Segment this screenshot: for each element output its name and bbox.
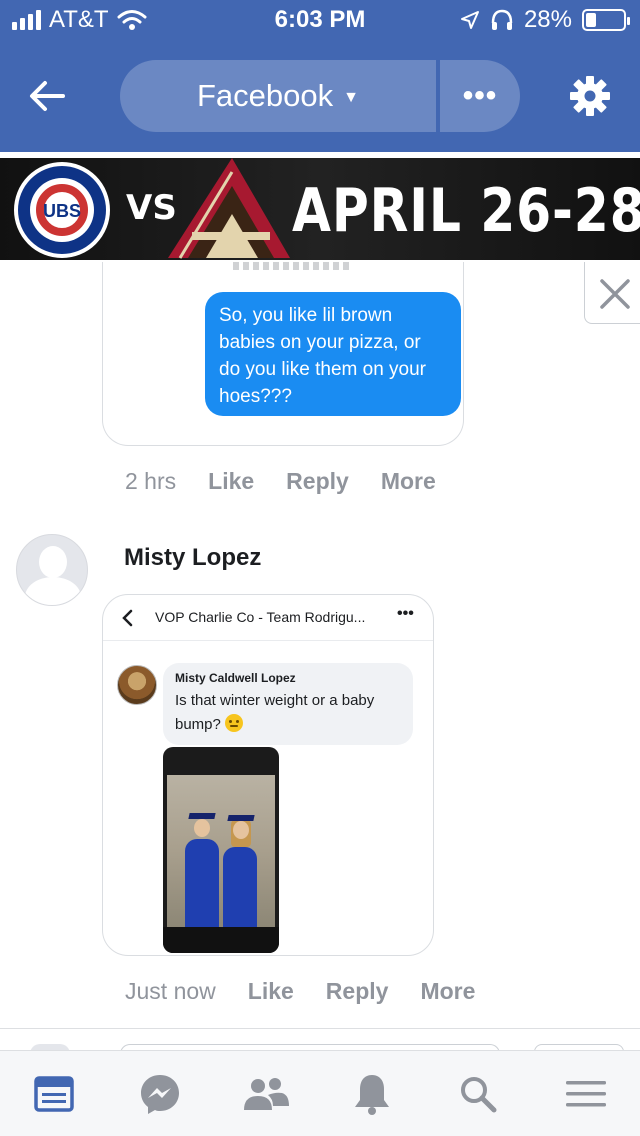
- tab-menu[interactable]: [562, 1071, 610, 1117]
- thread-more-icon: •••: [397, 605, 414, 622]
- ad-banner[interactable]: UBS VS APRIL 26-28: [0, 158, 640, 260]
- app-header: AT&T 6:03 PM 28% Facebook ▼ •••: [0, 0, 640, 152]
- more-button[interactable]: More: [420, 978, 475, 1005]
- tab-bar: [0, 1050, 640, 1136]
- divider: [0, 1028, 640, 1029]
- headphones-icon: [491, 9, 513, 30]
- comment-time: Just now: [125, 978, 216, 1004]
- like-button[interactable]: Like: [248, 978, 294, 1005]
- tab-notifications[interactable]: [348, 1071, 396, 1117]
- close-icon: [600, 279, 630, 309]
- status-bar: AT&T 6:03 PM 28%: [0, 0, 640, 40]
- diamondbacks-logo: [168, 158, 290, 259]
- messenger-icon: [141, 1075, 179, 1114]
- thinking-emoji-icon: [224, 714, 243, 732]
- inner-comment-text: Is that winter weight or a baby bump?: [175, 692, 375, 733]
- notifications-bell-icon: [355, 1075, 389, 1115]
- app-title-dropdown[interactable]: Facebook ▼: [120, 60, 436, 132]
- tab-news-feed[interactable]: [30, 1071, 78, 1117]
- avatar: [117, 665, 157, 705]
- tab-messenger[interactable]: [136, 1071, 184, 1117]
- comment-author[interactable]: Misty Lopez: [124, 544, 261, 572]
- settings-button[interactable]: [566, 72, 614, 120]
- chevron-left-icon: [122, 609, 133, 627]
- gear-icon: [570, 76, 610, 116]
- comment-image[interactable]: So, you like lil brown babies on your pi…: [102, 262, 464, 446]
- graduation-photo: [163, 747, 279, 953]
- comment-time: 2 hrs: [125, 468, 177, 494]
- menu-icon: [566, 1081, 606, 1107]
- message-bubble: So, you like lil brown babies on your pi…: [205, 292, 461, 416]
- screenshot-header: VOP Charlie Co - Team Rodrigu... •••: [103, 595, 433, 641]
- battery-percent: 28%: [523, 6, 572, 33]
- news-feed-icon: [34, 1076, 74, 1112]
- back-button[interactable]: [22, 72, 72, 120]
- search-icon: [461, 1077, 497, 1113]
- comment-image[interactable]: VOP Charlie Co - Team Rodrigu... ••• Mis…: [102, 594, 434, 956]
- reply-button[interactable]: Reply: [326, 978, 389, 1005]
- ad-date-text: APRIL 26-28: [292, 176, 640, 246]
- cubs-logo: UBS: [14, 162, 110, 258]
- back-arrow-icon: [30, 81, 65, 111]
- like-button[interactable]: Like: [208, 468, 254, 495]
- reply-button[interactable]: Reply: [286, 468, 349, 495]
- comment-actions: Just now Like Reply More: [125, 978, 475, 1005]
- app-switcher: Facebook ▼ •••: [120, 60, 520, 132]
- tab-friends[interactable]: [242, 1071, 290, 1117]
- inner-comment-bubble: Misty Caldwell Lopez Is that winter weig…: [163, 663, 413, 745]
- location-arrow-icon: [460, 11, 479, 29]
- battery-level: [586, 13, 596, 27]
- dropdown-caret-icon: ▼: [343, 89, 359, 106]
- inner-comment-author: Misty Caldwell Lopez: [175, 671, 296, 685]
- avatar[interactable]: [16, 534, 88, 606]
- cropped-timestamp: [233, 262, 353, 270]
- comment-actions: 2 hrs Like Reply More: [125, 468, 436, 495]
- thread-title: VOP Charlie Co - Team Rodrigu...: [155, 609, 366, 625]
- more-options-button[interactable]: •••: [440, 60, 520, 132]
- friends-icon: [244, 1078, 289, 1110]
- close-ad-button[interactable]: [584, 262, 640, 324]
- tab-search[interactable]: [454, 1071, 502, 1117]
- battery-icon: [582, 9, 630, 31]
- more-button[interactable]: More: [381, 468, 436, 495]
- app-title: Facebook: [197, 78, 334, 113]
